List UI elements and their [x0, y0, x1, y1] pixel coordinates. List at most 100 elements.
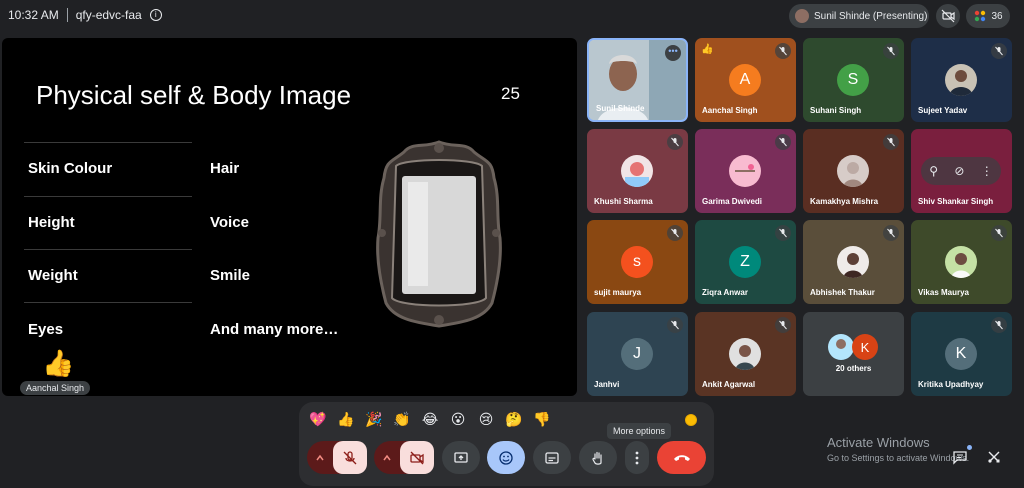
meeting-code: qfy-edvc-faa	[75, 8, 142, 22]
mute-participant-icon[interactable]: ⊘	[954, 164, 964, 178]
participant-tile[interactable]: K Kritika Upadhyay	[911, 312, 1012, 396]
mic-off-icon	[991, 43, 1007, 59]
participant-tile[interactable]: S Suhani Singh	[803, 38, 904, 122]
participants-button[interactable]: 36	[966, 4, 1010, 28]
windows-activation-title: Activate Windows	[827, 435, 930, 450]
emoji-party-button[interactable]: 🎉	[363, 408, 385, 430]
hand-icon	[592, 451, 602, 465]
participant-tile[interactable]: Abhishek Thakur	[803, 220, 904, 304]
slide-item-smile: Smile	[210, 267, 251, 284]
participant-photo	[621, 155, 653, 187]
participant-tile[interactable]: J Janhvi	[587, 312, 688, 396]
mic-off-icon	[991, 317, 1007, 333]
participant-tile[interactable]: Ankit Agarwal	[695, 312, 796, 396]
participant-name: Vikas Maurya	[918, 288, 969, 297]
leave-call-button[interactable]	[657, 441, 706, 474]
emoji-heart-button[interactable]: 💖	[307, 408, 329, 430]
emoji-surprised-button[interactable]: 😮	[447, 408, 469, 430]
participant-tile[interactable]: Z Ziqra Anwar	[695, 220, 796, 304]
emoji-thinking-button[interactable]: 🤔	[503, 408, 525, 430]
reaction-thumbs-up: 👍	[42, 348, 75, 378]
slide-item-weight: Weight	[28, 267, 78, 284]
participant-tile[interactable]: Khushi Sharma	[587, 129, 688, 213]
slide-item-skin-colour: Skin Colour	[28, 160, 113, 177]
participant-tile[interactable]: s sujit maurya	[587, 220, 688, 304]
emoji-laugh-button[interactable]: 😂	[419, 408, 441, 430]
participant-name: Janhvi	[594, 380, 620, 389]
participant-name: Suhani Singh	[810, 106, 862, 115]
participant-tile[interactable]: Vikas Maurya	[911, 220, 1012, 304]
activities-button[interactable]	[982, 445, 1006, 469]
present-screen-button[interactable]	[442, 441, 480, 474]
presenter-avatar	[795, 9, 809, 23]
raise-hand-button[interactable]	[579, 441, 617, 474]
participant-name: Kamakhya Mishra	[810, 197, 879, 206]
reactions-button[interactable]	[487, 441, 525, 474]
mic-off-icon	[775, 225, 791, 241]
slide-divider	[24, 142, 192, 143]
pin-icon[interactable]: ⚲	[929, 164, 938, 178]
slide-number: 25	[501, 84, 520, 103]
more-options-button[interactable]	[625, 441, 649, 474]
mic-off-icon	[883, 134, 899, 150]
camera-control-group	[374, 441, 434, 474]
emoji-thumbs-down-button[interactable]: 👎	[531, 408, 553, 430]
more-options-icon[interactable]: •••	[665, 45, 681, 61]
participant-photo	[837, 155, 869, 187]
participant-name: Kritika Upadhyay	[918, 380, 984, 389]
info-icon[interactable]: i	[149, 9, 162, 21]
skin-tone-selector[interactable]	[685, 414, 697, 426]
participant-name: Abhishek Thakur	[810, 288, 875, 297]
clock-time: 10:32 AM	[8, 8, 59, 22]
emoji-thumbs-up-button[interactable]: 👍	[335, 408, 357, 430]
participant-tile[interactable]: ••• Sunil Shinde	[587, 38, 688, 122]
participant-photo	[729, 155, 761, 187]
mic-off-icon	[667, 134, 683, 150]
mic-off-icon	[775, 134, 791, 150]
slide-item-hair: Hair	[210, 160, 240, 177]
captions-button[interactable]	[533, 441, 571, 474]
emoji-reactions-row: 💖 👍 🎉 👏 😂 😮 😢 🤔 👎	[307, 408, 553, 430]
chat-button[interactable]	[948, 445, 972, 469]
slide-item-voice: Voice	[210, 214, 249, 231]
participant-photo	[945, 64, 977, 96]
slide-divider	[24, 249, 192, 250]
participant-avatar: s	[621, 246, 653, 278]
participant-tile[interactable]: Sujeet Yadav	[911, 38, 1012, 122]
mic-off-icon	[775, 43, 791, 59]
end-call-icon	[673, 454, 690, 461]
participant-name: Sujeet Yadav	[918, 106, 968, 115]
participant-tile[interactable]: ⚲ ⊘ ⋮ Shiv Shankar Singh	[911, 129, 1012, 213]
participant-avatar: K	[945, 338, 977, 370]
mic-toggle-button[interactable]	[333, 441, 367, 474]
participant-tile-others[interactable]: K 20 others	[803, 312, 904, 396]
participant-name: Khushi Sharma	[594, 197, 653, 206]
slide-item-eyes: Eyes	[28, 321, 64, 338]
camera-toggle-button[interactable]	[400, 441, 434, 474]
captions-icon	[545, 451, 559, 464]
emoji-clap-button[interactable]: 👏	[391, 408, 413, 430]
present-icon	[454, 451, 468, 463]
camera-options-button[interactable]	[374, 441, 400, 474]
participant-avatar: S	[837, 64, 869, 96]
more-options-icon[interactable]: ⋮	[981, 164, 993, 178]
participant-avatar: J	[621, 338, 653, 370]
hide-self-view-button[interactable]	[936, 4, 960, 28]
divider	[66, 8, 68, 22]
participant-name: Shiv Shankar Singh	[918, 197, 994, 206]
more-vertical-icon	[635, 451, 639, 464]
presentation-screen: Physical self & Body Image 25 Skin Colou…	[2, 38, 577, 396]
emoji-sad-button[interactable]: 😢	[475, 408, 497, 430]
slide-divider	[24, 196, 192, 197]
participant-name: Aanchal Singh	[702, 106, 758, 115]
participant-tile[interactable]: Garima Dwivedi	[695, 129, 796, 213]
people-icon	[975, 10, 986, 22]
participant-tile[interactable]: Kamakhya Mishra	[803, 129, 904, 213]
presenter-chip[interactable]: Sunil Shinde (Presenting)	[789, 4, 929, 28]
notification-dot	[967, 445, 972, 450]
mic-options-button[interactable]	[307, 441, 333, 474]
camera-off-icon	[410, 451, 424, 464]
participant-tile[interactable]: 👍 A Aanchal Singh	[695, 38, 796, 122]
more-options-tooltip: More options	[607, 423, 672, 439]
slide-divider	[24, 302, 192, 303]
